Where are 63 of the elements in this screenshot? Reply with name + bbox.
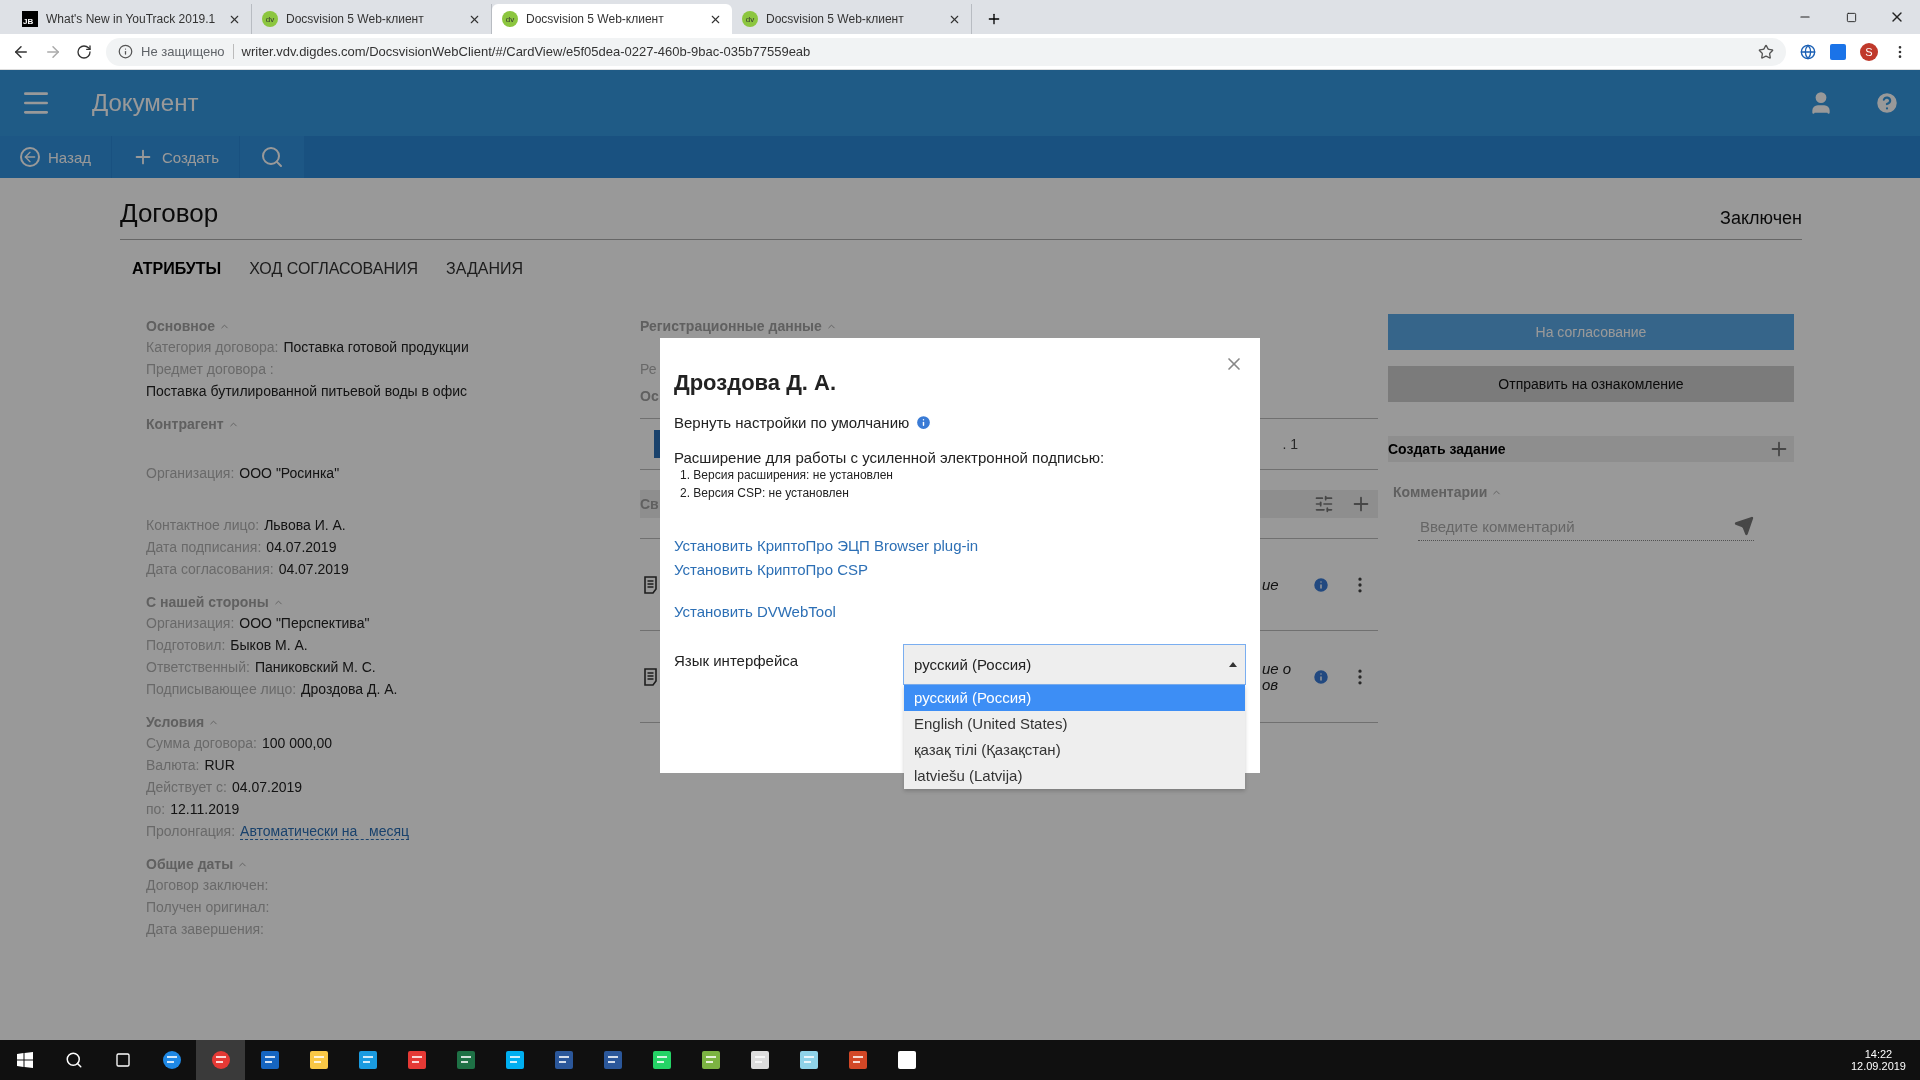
app-logo-icon: dv bbox=[502, 11, 518, 27]
section-title: С нашей стороны bbox=[146, 594, 269, 610]
reset-settings-label[interactable]: Вернуть настройки по умолчанию bbox=[674, 414, 910, 431]
field-value: 12.11.2019 bbox=[170, 801, 240, 817]
field-value: Паниковский М. С. bbox=[254, 659, 376, 675]
document-name: ие о ов bbox=[1262, 660, 1292, 693]
document-tab[interactable]: АТРИБУТЫ bbox=[120, 252, 234, 286]
tab-title: Docsvision 5 Web-клиент bbox=[766, 12, 905, 26]
create-task-label: Создать задание bbox=[1388, 441, 1506, 457]
section-title: Условия bbox=[146, 714, 205, 730]
document-tab[interactable]: ЗАДАНИЯ bbox=[434, 252, 535, 286]
app-logo-icon: dv bbox=[742, 11, 758, 27]
section-title: Общие даты bbox=[146, 856, 234, 872]
tab-title: Docsvision 5 Web-клиент bbox=[526, 12, 665, 26]
address-bar[interactable]: Не защищено writer.vdv.digdes.com/DocsvisionWebClient/#/CardView/e5f05dea-0227-460b-9bac-035b77559eab bbox=[106, 37, 1786, 66]
field-value: 04.07.2019 bbox=[266, 539, 337, 555]
field-value: 04.07.2019 bbox=[232, 779, 303, 795]
field-value: RUR bbox=[204, 757, 235, 773]
tab-title: Docsvision 5 Web-клиент bbox=[286, 12, 425, 26]
field-value: 04.07.2019 bbox=[278, 561, 349, 577]
app-title: Документ bbox=[92, 89, 199, 117]
install-link[interactable]: Установить DVWebTool bbox=[674, 600, 836, 624]
app-logo-icon: dv bbox=[262, 11, 278, 27]
app-logo-icon: JB bbox=[22, 11, 38, 27]
document-title: Договор bbox=[120, 198, 219, 229]
section-title: Комментарии bbox=[1393, 484, 1488, 500]
field-value: Поставка готовой продукции bbox=[283, 339, 469, 355]
language-option[interactable]: қазақ тілі (Қазақстан) bbox=[904, 737, 1245, 763]
tab-label[interactable]: . 1 bbox=[1282, 436, 1298, 452]
section-title: Контрагент bbox=[146, 416, 224, 432]
extension-title: Расширение для работы с усиленной электронной подписью: bbox=[674, 449, 1106, 466]
field-value: ООО "Перспектива" bbox=[239, 615, 370, 631]
document-tab[interactable]: ХОД СОГЛАСОВАНИЯ bbox=[237, 252, 431, 286]
clock-time: 14:22 bbox=[1864, 1048, 1893, 1060]
field-value: Львова И. А. bbox=[264, 517, 346, 533]
url-text: writer.vdv.digdes.com/DocsvisionWebClient/#/CardView/e5f05dea-0227-460b-9bac-035b77559eab bbox=[241, 44, 811, 59]
language-option[interactable]: русский (Россия) bbox=[904, 685, 1245, 711]
clock-date: 12.09.2019 bbox=[1850, 1060, 1906, 1072]
field-value: Поставка бутилированной питьевой воды в офис bbox=[146, 382, 468, 401]
section-title: Регистрационные данные bbox=[640, 318, 822, 334]
tab-title: What's New in YouTrack 2019.1 bbox=[46, 12, 217, 26]
language-option[interactable]: latviešu (Latvija) bbox=[904, 763, 1245, 789]
security-label: Не защищено bbox=[141, 44, 234, 59]
field-value: Дроздова Д. А. bbox=[301, 681, 398, 697]
language-option[interactable]: English (United States) bbox=[904, 711, 1245, 737]
profile-avatar[interactable]: S bbox=[1860, 42, 1878, 61]
language-select[interactable]: русский (Россия) bbox=[903, 644, 1246, 685]
extension-item: 2. Версия CSP: не установлен bbox=[680, 485, 850, 502]
field-value: ООО "Росинка" bbox=[239, 465, 340, 481]
field-value: 100 000,00 bbox=[261, 735, 333, 751]
extension-item: 1. Версия расширения: не установлен bbox=[680, 467, 894, 484]
send-button[interactable]: Отправить на ознакомление bbox=[1388, 366, 1794, 402]
browser-tab[interactable]: dv Docsvision 5 Web-клиент bbox=[492, 4, 732, 34]
install-link[interactable]: Установить КриптоПро CSP bbox=[674, 558, 868, 582]
install-link[interactable]: Установить КриптоПро ЭЦП Browser plug-in bbox=[674, 534, 979, 558]
language-label: Язык интерфейса bbox=[674, 652, 799, 671]
section-title: Основное bbox=[146, 318, 216, 334]
field-link[interactable]: Автоматически на месяц bbox=[240, 823, 410, 840]
section-title: Ос bbox=[640, 388, 659, 404]
document-status: Заключен bbox=[1720, 208, 1802, 229]
dialog-title: Дроздова Д. А. bbox=[674, 370, 838, 396]
document-name: ие bbox=[1262, 576, 1280, 593]
field-value: Быков М. А. bbox=[230, 637, 308, 653]
